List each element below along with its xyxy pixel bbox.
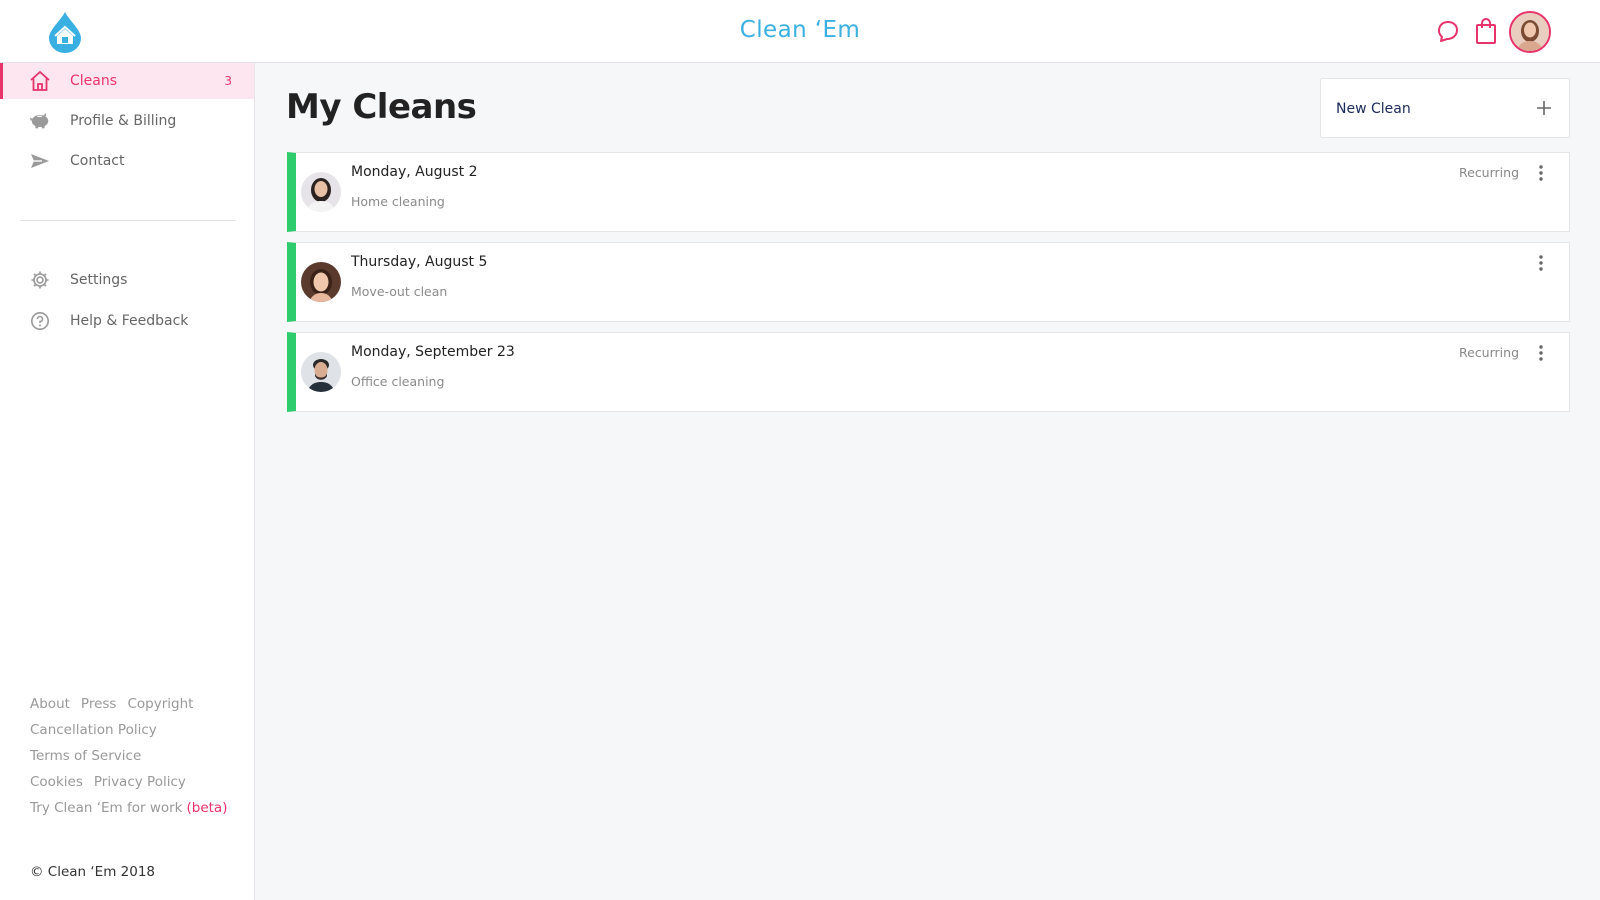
cleaner-avatar — [301, 352, 341, 392]
more-vertical-icon[interactable] — [1535, 253, 1547, 273]
shopping-bag-icon[interactable] — [1472, 16, 1500, 46]
chat-bubble-icon[interactable] — [1434, 16, 1462, 46]
about-link[interactable]: About — [30, 696, 70, 722]
new-clean-button[interactable]: New Clean — [1320, 78, 1570, 138]
sidebar-item-profile-billing[interactable]: Profile & Billing — [0, 103, 254, 139]
top-header: Clean ‘Em — [0, 0, 1600, 63]
sidebar-item-settings[interactable]: Settings — [0, 262, 254, 298]
clean-date: Monday, September 23 — [351, 344, 515, 360]
clean-type: Office cleaning — [351, 374, 445, 389]
clean-date: Thursday, August 5 — [351, 254, 488, 270]
recurring-label: Recurring — [1459, 345, 1519, 360]
sidebar-item-label: Help & Feedback — [70, 313, 189, 329]
cleaner-avatar — [301, 172, 341, 212]
cookies-link[interactable]: Cookies — [30, 774, 83, 800]
clean-type: Move-out clean — [351, 284, 448, 299]
sidebar-item-label: Profile & Billing — [70, 113, 177, 129]
sidebar-item-contact[interactable]: Contact — [0, 143, 254, 179]
user-avatar[interactable] — [1509, 11, 1551, 53]
terms-link[interactable]: Terms of Service — [30, 748, 141, 774]
piggy-bank-icon — [29, 110, 51, 132]
clean-type: Home cleaning — [351, 194, 445, 209]
app-title: Clean ‘Em — [739, 17, 861, 43]
work-link[interactable]: Try Clean ‘Em for work — [30, 800, 182, 826]
privacy-policy-link[interactable]: Privacy Policy — [94, 774, 186, 800]
gear-icon — [29, 269, 51, 291]
copyright-link[interactable]: Copyright — [127, 696, 193, 722]
page-title: My Cleans — [286, 87, 477, 127]
sidebar-item-label: Contact — [70, 153, 125, 169]
sidebar-item-help-feedback[interactable]: Help & Feedback — [0, 303, 254, 339]
sidebar-divider — [20, 220, 236, 221]
sidebar-item-label: Settings — [70, 272, 128, 288]
footer-links: About Press Copyright Cancellation Polic… — [30, 696, 245, 826]
cleaner-avatar — [301, 262, 341, 302]
new-clean-label: New Clean — [1336, 101, 1411, 117]
count-badge: 3 — [224, 74, 232, 88]
press-link[interactable]: Press — [81, 696, 117, 722]
clean-card[interactable]: Monday, September 23 Office cleaning Rec… — [287, 332, 1570, 412]
more-vertical-icon[interactable] — [1535, 163, 1547, 183]
clean-card[interactable]: Thursday, August 5 Move-out clean — [287, 242, 1570, 322]
clean-card[interactable]: Monday, August 2 Home cleaning Recurring — [287, 152, 1570, 232]
beta-tag: (beta) — [186, 800, 228, 816]
sidebar-item-label: Cleans — [70, 73, 118, 89]
recurring-label: Recurring — [1459, 165, 1519, 180]
sidebar-item-cleans[interactable]: Cleans 3 — [0, 63, 254, 99]
cancellation-policy-link[interactable]: Cancellation Policy — [30, 722, 157, 748]
clean-date: Monday, August 2 — [351, 164, 478, 180]
sidebar: Cleans 3 Profile & Billing Contact Setti… — [0, 63, 255, 900]
send-icon — [29, 150, 51, 172]
more-vertical-icon[interactable] — [1535, 343, 1547, 363]
help-circle-icon — [29, 310, 51, 332]
plus-icon — [1534, 98, 1554, 118]
copyright-text: © Clean ‘Em 2018 — [30, 864, 156, 880]
home-icon — [29, 70, 51, 92]
